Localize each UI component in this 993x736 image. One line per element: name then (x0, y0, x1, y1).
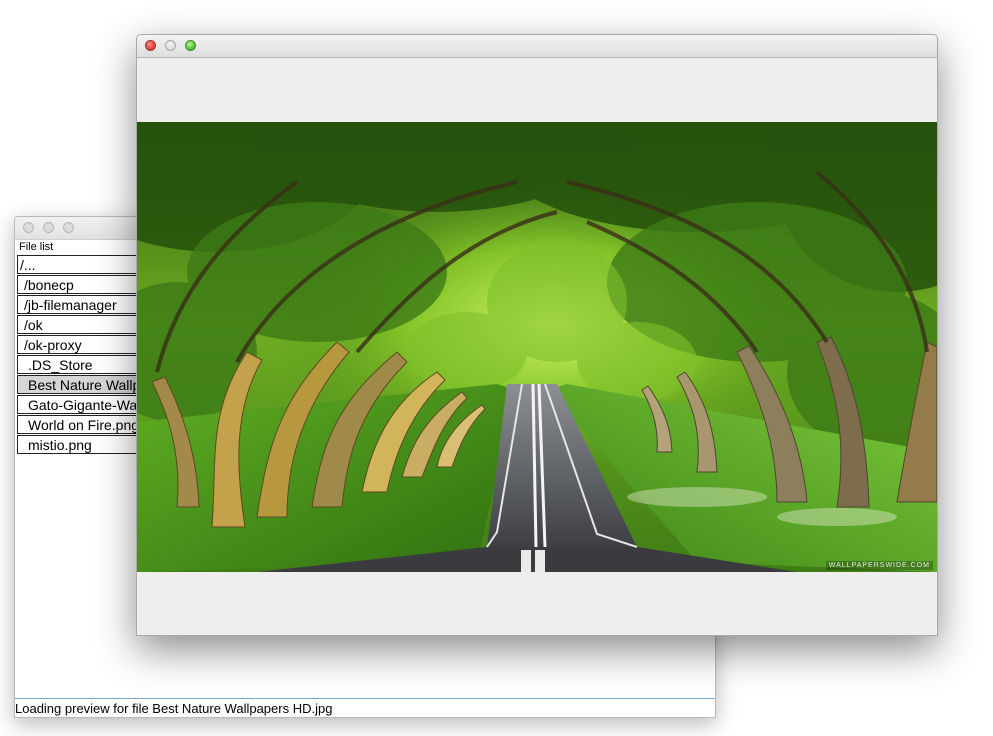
file-item-label: /jb-filemanager (24, 297, 117, 313)
file-item-label: World on Fire.png (28, 417, 140, 433)
minimize-window-icon[interactable] (165, 40, 176, 51)
file-list-label: File list (19, 241, 54, 253)
file-item-label: /... (20, 257, 36, 273)
file-item-label: /bonecp (24, 277, 74, 293)
watermark-text: WALLPAPERSWIDE.COM (825, 561, 933, 570)
file-item-label: .DS_Store (28, 357, 93, 373)
file-item-label: /ok-proxy (24, 337, 82, 353)
minimize-window-icon[interactable] (43, 222, 54, 233)
zoom-window-icon[interactable] (185, 40, 196, 51)
close-window-icon[interactable] (145, 40, 156, 51)
nature-road-photo (137, 122, 937, 572)
preview-image: WALLPAPERSWIDE.COM (137, 122, 937, 572)
file-item-label: /ok (24, 317, 43, 333)
status-bar-text: Loading preview for file Best Nature Wal… (15, 701, 333, 716)
file-item-label: mistio.png (28, 437, 92, 453)
zoom-window-icon[interactable] (63, 222, 74, 233)
image-preview-window: WALLPAPERSWIDE.COM (136, 34, 938, 636)
close-window-icon[interactable] (23, 222, 34, 233)
preview-titlebar[interactable] (137, 35, 937, 58)
status-divider (15, 698, 715, 699)
file-list[interactable]: /... /bonecp /jb-filemanager /ok /ok-pro… (16, 255, 217, 697)
